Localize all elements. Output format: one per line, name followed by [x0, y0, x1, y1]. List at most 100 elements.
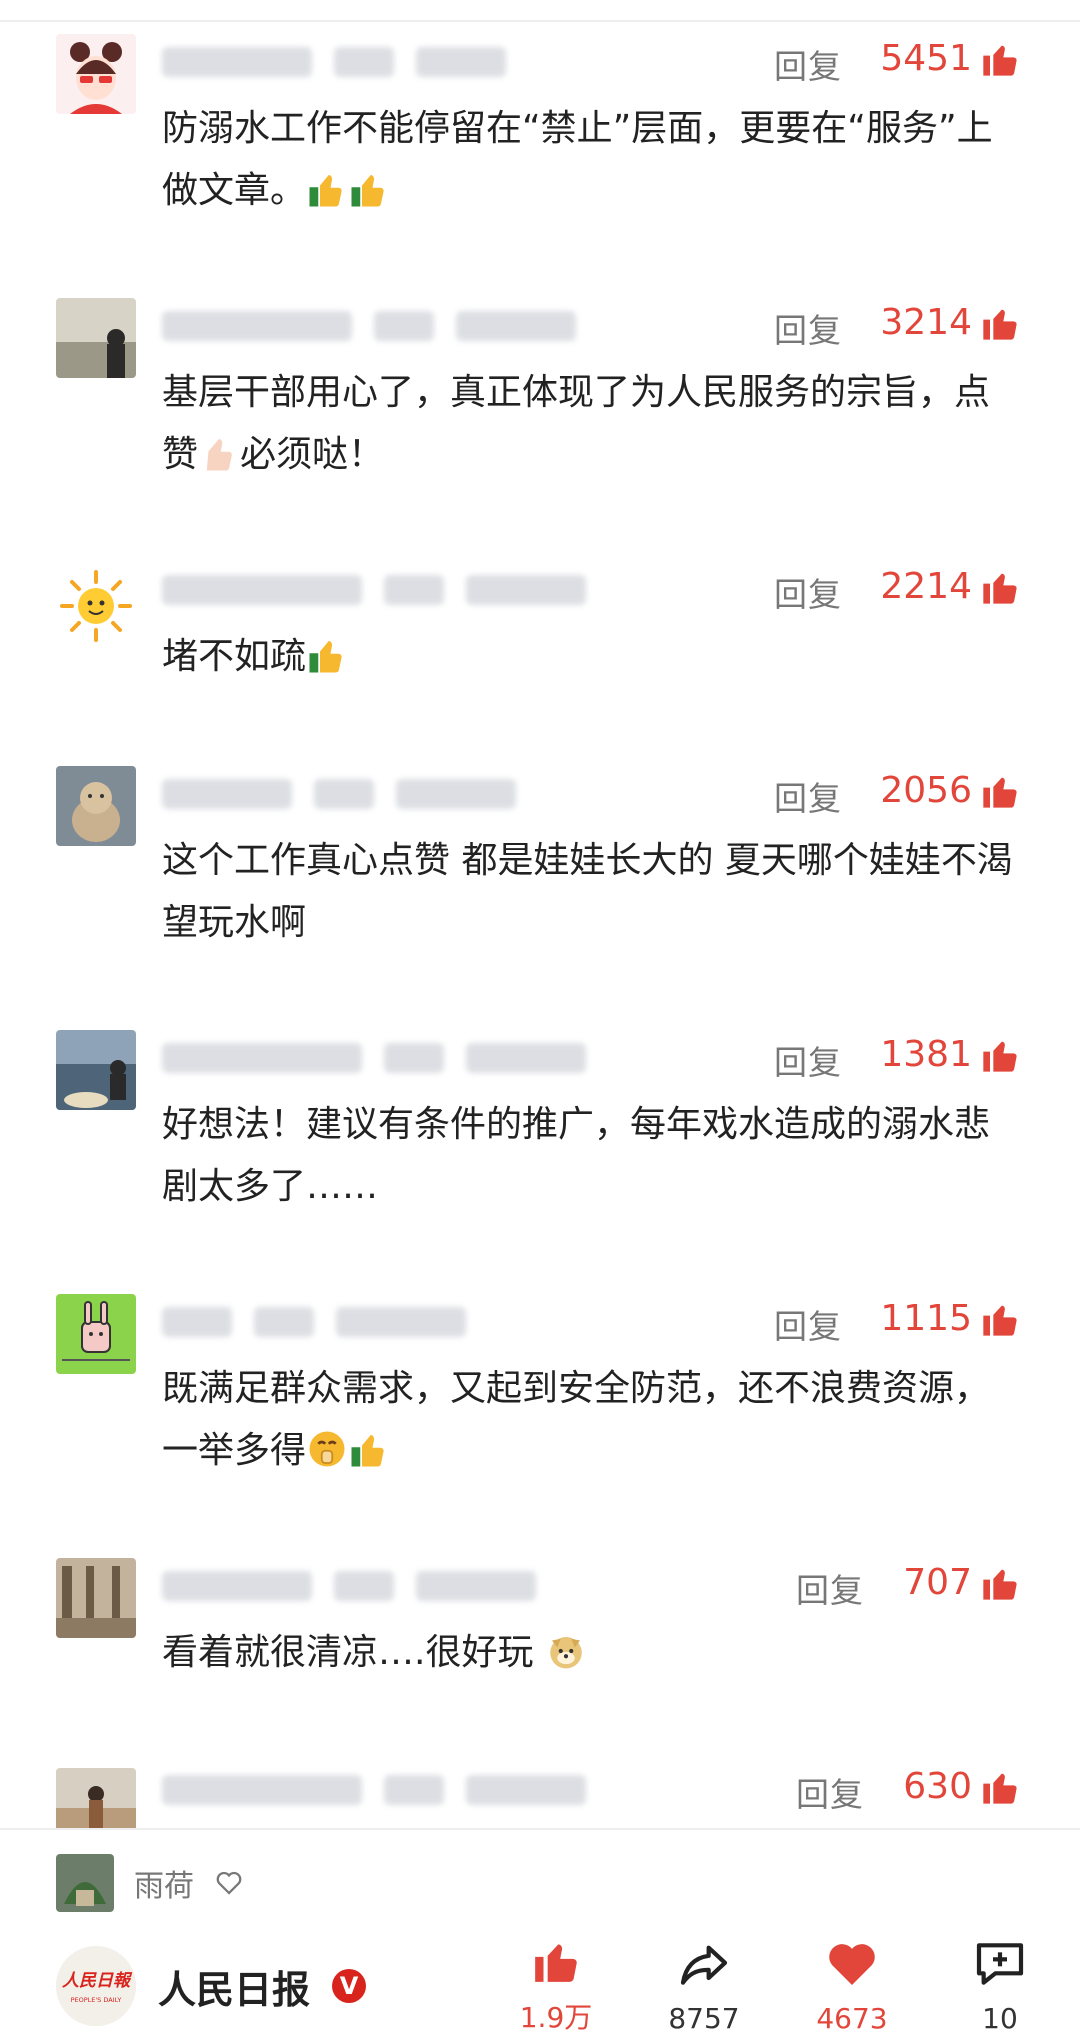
comment-item: 回复 707 看着就很清凉….很好玩 [0, 1558, 1080, 1708]
comment-item: 回复 5451 防溺水工作不能停留在“禁止”层面，更要在“服务”上做文章。 [0, 34, 1080, 244]
comment-item: 回复 630 [0, 1762, 1080, 1828]
comment-item: 回复 1115 既满足群众需求，又起到安全防范，还不浪费资源，一举多得 [0, 1294, 1080, 1494]
blurred-location [384, 575, 444, 605]
blurred-username [162, 1043, 362, 1073]
source-name: 人民日报 [158, 1967, 311, 2012]
reply-button[interactable]: 回复 [774, 304, 842, 352]
thumbs-up-icon [983, 45, 1017, 76]
current-user-row[interactable]: 雨荷 [56, 1854, 244, 1912]
avatar[interactable] [56, 1558, 136, 1638]
blurred-username [162, 47, 312, 77]
like-count[interactable]: 1115 [880, 1298, 1020, 1339]
comment-total: 10 [982, 2002, 1018, 2034]
verified-badge: V [332, 1969, 367, 2003]
comment-text-content: 堵不如疏 [162, 636, 307, 677]
blurred-location [254, 1307, 314, 1337]
blurred-username [162, 1775, 362, 1805]
comment-text: 好想法！建议有条件的推广，每年戏水造成的溺水悲剧太多了…… [162, 1094, 1022, 1218]
comment-meta [162, 40, 506, 84]
blurred-location [334, 1571, 394, 1601]
source-account[interactable]: 人民日報 PEOPLE'S DAILY 人民日报 V [56, 1946, 367, 2026]
blurred-username [162, 575, 362, 605]
favorite-action[interactable]: 4673 [802, 1936, 902, 2034]
like-action[interactable]: 1.9万 [506, 1936, 606, 2034]
blurred-location [374, 311, 434, 341]
avatar[interactable] [56, 1294, 136, 1374]
avatar[interactable] [56, 1854, 114, 1912]
reply-button[interactable]: 回复 [774, 40, 842, 88]
avatar[interactable] [56, 1768, 136, 1828]
like-count[interactable]: 1381 [880, 1034, 1020, 1075]
svg-text:PEOPLE'S DAILY: PEOPLE'S DAILY [71, 1996, 122, 2004]
thumbs-up-icon [983, 1305, 1017, 1336]
thumbs-up-icon [983, 309, 1017, 340]
svg-text:人民日報: 人民日報 [62, 1971, 133, 1991]
blurred-time [336, 1307, 466, 1337]
comment-item: 回复 2214 堵不如疏 [0, 562, 1080, 712]
comment-item: 回复 2056 这个工作真心点赞 都是娃娃长大的 夏天哪个娃娃不渴望玩水啊 [0, 766, 1080, 966]
comment-meta [162, 1768, 586, 1812]
thumbs-up-icon [983, 1569, 1017, 1600]
favorite-total: 4673 [816, 2002, 888, 2034]
reply-button[interactable]: 回复 [796, 1564, 864, 1612]
like-count-value: 1381 [880, 1034, 972, 1075]
comment-meta [162, 1036, 586, 1080]
thumbs-up-emoji-icon [206, 439, 232, 471]
comment-item: 回复 3214 基层干部用心了，真正体现了为人民服务的宗旨，点赞 必须哒！ [0, 298, 1080, 498]
blurred-location [384, 1043, 444, 1073]
like-count-value: 707 [903, 1562, 972, 1603]
blurred-username [162, 1307, 232, 1337]
like-count[interactable]: 2056 [880, 770, 1020, 811]
share-icon [680, 1945, 728, 1985]
comment-meta [162, 772, 516, 816]
comment-action[interactable]: 10 [950, 1936, 1050, 2034]
like-count[interactable]: 707 [903, 1562, 1020, 1603]
avatar[interactable] [56, 1030, 136, 1110]
comment-text-content: 好想法！建议有条件的推广，每年戏水造成的溺水悲剧太多了…… [162, 1104, 991, 1207]
comment-meta [162, 304, 576, 348]
thumbs-up-icon [983, 1041, 1017, 1072]
comment-text-tail: 必须哒！ [240, 434, 385, 475]
bottom-bar: 雨荷 人民日報 PEOPLE'S DAILY 人民日报 V 1.9万 8757 4… [0, 1828, 1080, 2034]
thumbs-up-emoji-icon [351, 1435, 384, 1467]
avatar[interactable] [56, 34, 136, 114]
comment-text-content: 既满足群众需求，又起到安全防范，还不浪费资源，一举多得 [162, 1368, 991, 1471]
like-count-value: 2214 [880, 566, 972, 607]
like-count-value: 630 [903, 1766, 972, 1807]
reply-button[interactable]: 回复 [774, 568, 842, 616]
like-count[interactable]: 630 [903, 1766, 1020, 1807]
avatar[interactable] [56, 566, 136, 646]
reply-button[interactable]: 回复 [774, 1036, 842, 1084]
comment-text: 基层干部用心了，真正体现了为人民服务的宗旨，点赞 必须哒！ [162, 362, 1022, 486]
source-logo[interactable]: 人民日報 PEOPLE'S DAILY [56, 1946, 136, 2026]
like-count[interactable]: 3214 [880, 302, 1020, 343]
avatar[interactable] [56, 766, 136, 846]
comment-text-content: 防溺水工作不能停留在“禁止”层面，更要在“服务”上做文章。 [162, 108, 993, 211]
blurred-time [396, 779, 516, 809]
top-divider [0, 0, 1080, 22]
blurred-time [456, 311, 576, 341]
like-count[interactable]: 2214 [880, 566, 1020, 607]
share-action[interactable]: 8757 [654, 1936, 754, 2034]
like-total: 1.9万 [519, 2001, 593, 2034]
thumbs-up-icon [983, 1773, 1017, 1804]
comment-item: 回复 1381 好想法！建议有条件的推广，每年戏水造成的溺水悲剧太多了…… [0, 1030, 1080, 1230]
blurred-location [334, 47, 394, 77]
comment-text: 这个工作真心点赞 都是娃娃长大的 夏天哪个娃娃不渴望玩水啊 [162, 830, 1022, 954]
thumbs-up-icon [983, 573, 1017, 604]
reply-button[interactable]: 回复 [774, 772, 842, 820]
like-count-value: 5451 [880, 38, 972, 79]
blurred-username [162, 1571, 312, 1601]
avatar[interactable] [56, 298, 136, 378]
reply-button[interactable]: 回复 [774, 1300, 842, 1348]
comment-meta [162, 568, 586, 612]
reply-button[interactable]: 回复 [796, 1768, 864, 1816]
comment-meta [162, 1300, 466, 1344]
thumbs-up-emoji-icon [309, 641, 342, 673]
thumbs-up-emoji-icon [309, 175, 342, 207]
blurred-username [162, 311, 352, 341]
current-user-name: 雨荷 [134, 1869, 194, 1904]
like-count[interactable]: 5451 [880, 38, 1020, 79]
heart-outline-icon[interactable] [214, 1868, 244, 1898]
comment-text-content: 看着就很清凉….很好玩 [162, 1632, 534, 1673]
